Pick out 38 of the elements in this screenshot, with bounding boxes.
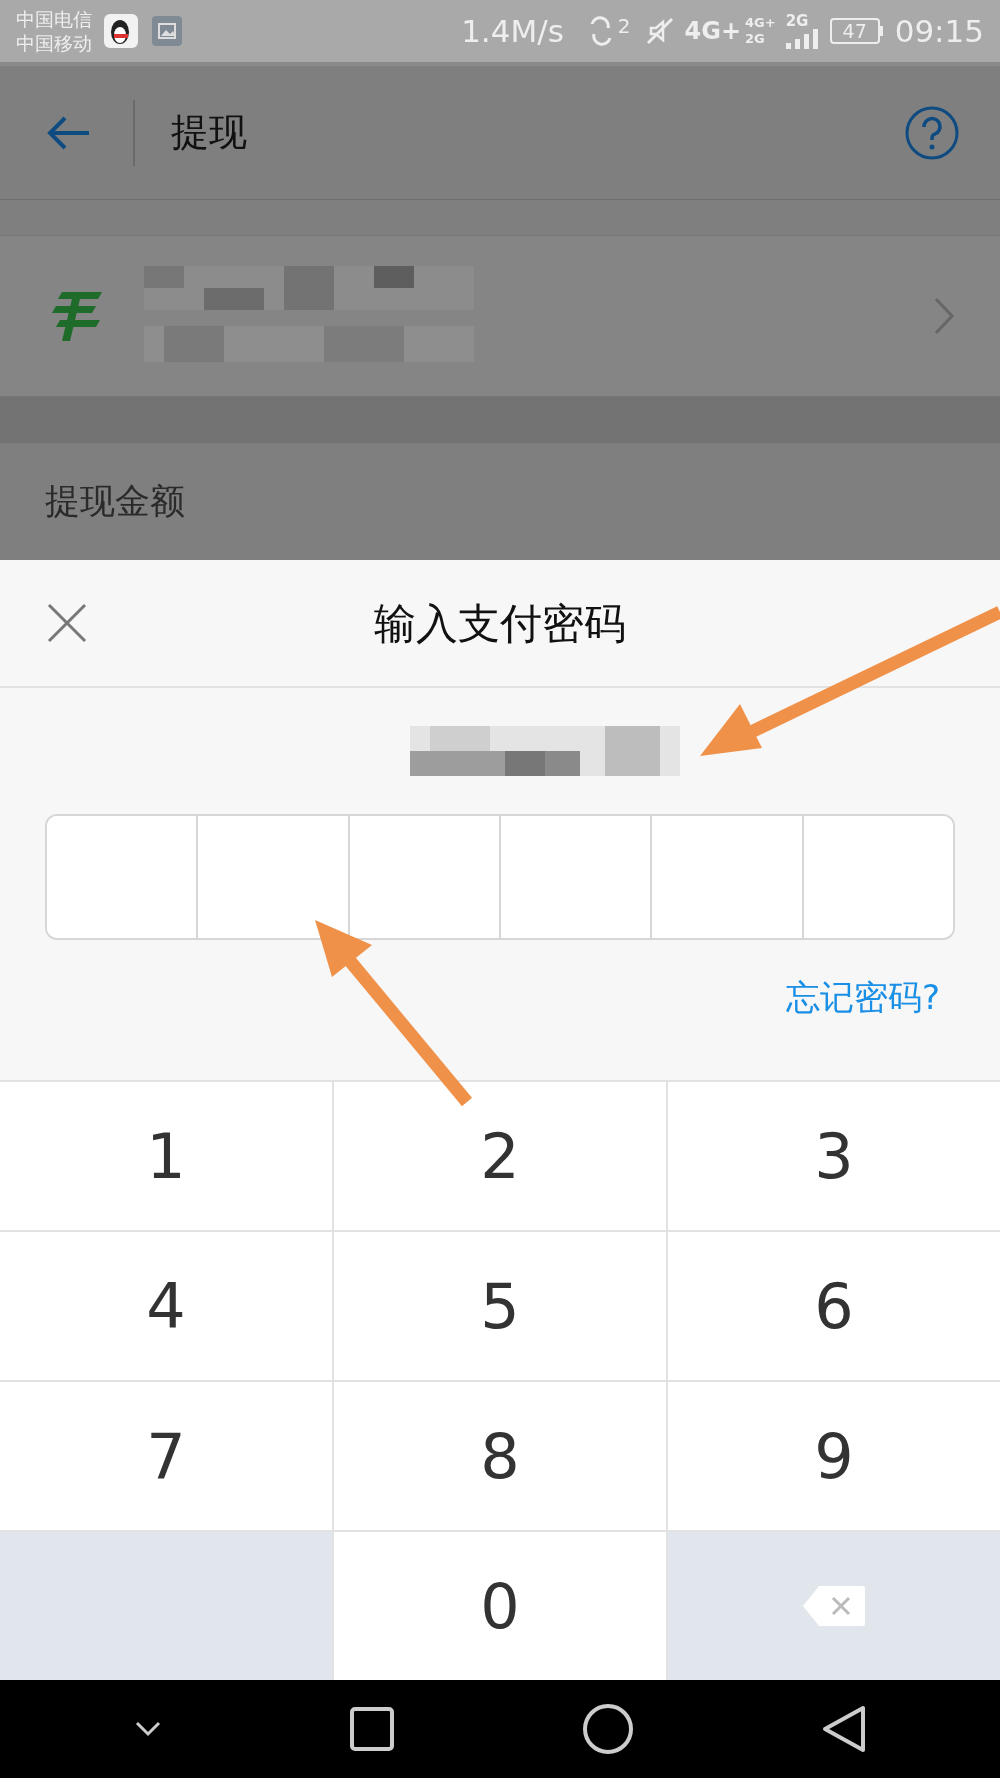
carrier-name: 中国移动 [16, 31, 92, 55]
battery-level: 47 [829, 18, 880, 44]
digit-key[interactable]: 3 [668, 1082, 1000, 1230]
close-icon[interactable] [46, 602, 88, 644]
section-label: 提现金额 [45, 480, 185, 524]
back-arrow-icon[interactable] [45, 114, 91, 151]
digit-key[interactable]: 7 [0, 1382, 332, 1530]
penguin-icon [104, 14, 138, 48]
network-type: 2G [785, 13, 809, 29]
image-icon [152, 16, 182, 46]
network-speed: 1.4M/s [461, 11, 564, 51]
mute-icon [644, 16, 675, 46]
page-title: 提现 [171, 109, 248, 156]
home-icon[interactable] [581, 1703, 634, 1755]
clock: 09:15 [894, 11, 984, 51]
digit-key[interactable]: 5 [334, 1232, 666, 1380]
backspace-key[interactable] [668, 1532, 1000, 1680]
digit-key[interactable]: 8 [334, 1382, 666, 1530]
dialog-title: 输入支付密码 [374, 597, 626, 650]
network-type: 2G [745, 31, 766, 47]
bank-card-row[interactable] [0, 235, 1000, 397]
digit-key[interactable]: 0 [334, 1532, 666, 1680]
back-icon[interactable] [820, 1704, 867, 1754]
signal-icon [785, 29, 820, 49]
digit-key[interactable]: 4 [0, 1232, 332, 1380]
digit-key[interactable]: 1 [0, 1082, 332, 1230]
carrier-name: 中国电信 [16, 7, 92, 31]
help-icon[interactable] [904, 104, 960, 161]
sim-number-label: 2 [617, 16, 631, 36]
digit-key[interactable]: 9 [668, 1382, 1000, 1530]
digit-key[interactable]: 2 [334, 1082, 666, 1230]
recent-apps-icon[interactable] [348, 1706, 395, 1752]
chevron-right-icon [933, 296, 955, 336]
digit-key[interactable]: 6 [668, 1232, 1000, 1380]
network-type: 4G+ [745, 15, 776, 31]
backspace-icon [801, 1584, 867, 1628]
chevron-down-icon[interactable] [133, 1720, 162, 1738]
network-type: 4G+ [684, 16, 742, 47]
